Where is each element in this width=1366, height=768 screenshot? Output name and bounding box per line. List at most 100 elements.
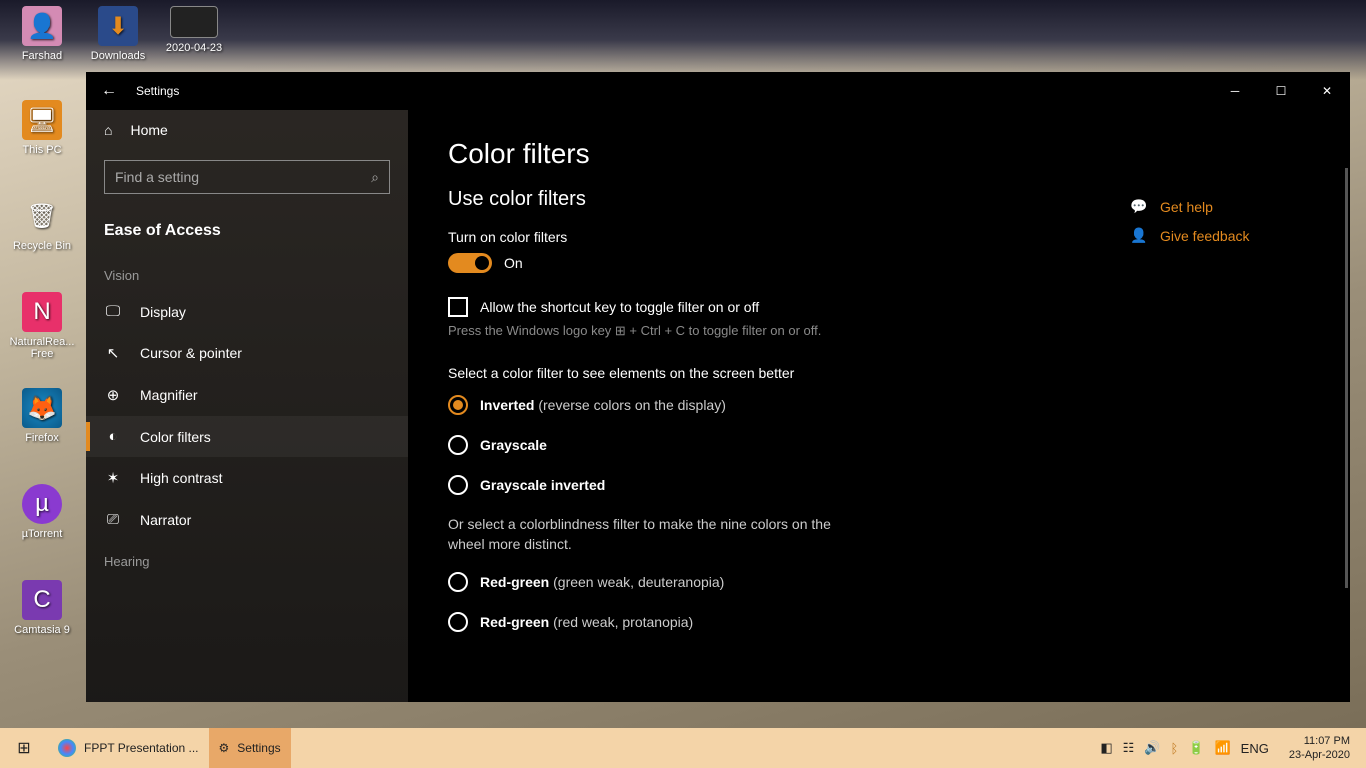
tray-bluetooth-icon[interactable]: ᛒ bbox=[1170, 741, 1178, 756]
home-label: Home bbox=[130, 122, 167, 138]
search-input[interactable]: Find a setting ⌕ bbox=[104, 160, 390, 194]
label: Camtasia 9 bbox=[14, 624, 70, 636]
taskbar-item-settings[interactable]: ⚙Settings bbox=[209, 728, 291, 768]
sidebar-item-high-contrast[interactable]: ✶ High contrast bbox=[86, 457, 408, 499]
toggle-label: Turn on color filters bbox=[448, 229, 1088, 245]
label: 2020-04-23 bbox=[166, 42, 222, 54]
radio-bold: Red-green bbox=[480, 614, 549, 630]
side-column: 💬 Get help 👤Give feedback bbox=[1130, 198, 1330, 256]
tray-language[interactable]: ENG bbox=[1241, 741, 1269, 756]
tray-battery-icon[interactable]: 🔋 bbox=[1188, 740, 1204, 756]
close-button[interactable]: ✕ bbox=[1304, 72, 1350, 110]
sidebar-group-vision: Vision bbox=[86, 254, 408, 291]
start-button[interactable]: ⊞ bbox=[0, 728, 48, 768]
label: Recycle Bin bbox=[13, 240, 71, 252]
label: Cursor & pointer bbox=[140, 345, 242, 361]
radio-inverted[interactable]: Inverted (reverse colors on the display) bbox=[448, 395, 1088, 415]
label: µTorrent bbox=[22, 528, 63, 540]
sidebar-group-hearing: Hearing bbox=[86, 540, 408, 577]
label: Get help bbox=[1160, 199, 1213, 215]
taskbar-clock[interactable]: 11:07 PM 23-Apr-2020 bbox=[1279, 734, 1360, 763]
system-tray: ◧ ☷ 🔊 ᛒ 🔋 📶 ENG 11:07 PM 23-Apr-2020 bbox=[1100, 734, 1366, 763]
label: Narrator bbox=[140, 512, 191, 528]
shortcut-hint: Press the Windows logo key ⊞ + Ctrl + C … bbox=[448, 323, 1088, 339]
desktop-icon-firefox[interactable]: 🦊Firefox bbox=[4, 388, 80, 444]
radio-icon bbox=[448, 572, 468, 592]
label: FPPT Presentation ... bbox=[84, 741, 199, 755]
toggle-state: On bbox=[504, 255, 523, 271]
colorblind-description: Or select a colorblindness filter to mak… bbox=[448, 515, 868, 554]
sidebar-item-display[interactable]: 🖵 Display bbox=[86, 291, 408, 332]
radio-grayscale[interactable]: Grayscale bbox=[448, 435, 1088, 455]
select-label: Select a color filter to see elements on… bbox=[448, 365, 1088, 381]
tray-input-icon[interactable]: ☷ bbox=[1123, 740, 1135, 756]
desktop-icon-downloads[interactable]: ⬇Downloads bbox=[80, 6, 156, 62]
shortcut-checkbox[interactable] bbox=[448, 297, 468, 317]
settings-window: ← Settings ─ ☐ ✕ ⌂ Home Find a setting ⌕… bbox=[86, 72, 1350, 702]
shortcut-checkbox-row[interactable]: Allow the shortcut key to toggle filter … bbox=[448, 297, 1088, 317]
chrome-icon bbox=[58, 739, 76, 757]
get-help-link[interactable]: 💬 Get help bbox=[1130, 198, 1330, 215]
desktop-icon-video[interactable]: 2020-04-23 bbox=[156, 6, 232, 54]
minimize-button[interactable]: ─ bbox=[1212, 72, 1258, 110]
radio-bold: Red-green bbox=[480, 574, 549, 590]
sidebar-item-narrator[interactable]: ⎚ Narrator bbox=[86, 499, 408, 540]
home-icon: ⌂ bbox=[104, 122, 112, 138]
desktop-icon-camtasia[interactable]: CCamtasia 9 bbox=[4, 580, 80, 636]
label: This PC bbox=[22, 144, 61, 156]
main-panel: Color filters Use color filters Turn on … bbox=[408, 110, 1350, 702]
radio-grayscale-inverted[interactable]: Grayscale inverted bbox=[448, 475, 1088, 495]
radio-deuteranopia[interactable]: Red-green (green weak, deuteranopia) bbox=[448, 572, 1088, 592]
taskbar: ⊞ FPPT Presentation ... ⚙Settings ◧ ☷ 🔊 … bbox=[0, 728, 1366, 768]
section-heading: Use color filters bbox=[448, 188, 1088, 211]
shortcut-label: Allow the shortcut key to toggle filter … bbox=[480, 299, 759, 315]
highcontrast-icon: ✶ bbox=[104, 469, 122, 487]
help-icon: 💬 bbox=[1130, 198, 1148, 215]
colorfilters-icon: ◐ bbox=[104, 428, 122, 445]
label: Downloads bbox=[91, 50, 145, 62]
radio-protanopia[interactable]: Red-green (red weak, protanopia) bbox=[448, 612, 1088, 632]
sidebar-item-cursor[interactable]: ↖ Cursor & pointer bbox=[86, 332, 408, 374]
radio-sub: (reverse colors on the display) bbox=[534, 397, 725, 413]
sidebar-item-color-filters[interactable]: ◐ Color filters bbox=[86, 416, 408, 457]
radio-bold: Grayscale inverted bbox=[480, 477, 605, 493]
label: Farshad bbox=[22, 50, 62, 62]
label: Display bbox=[140, 304, 186, 320]
radio-bold: Inverted bbox=[480, 397, 534, 413]
radio-icon bbox=[448, 475, 468, 495]
radio-sub: (green weak, deuteranopia) bbox=[549, 574, 724, 590]
desktop-icon-utorrent[interactable]: µµTorrent bbox=[4, 484, 80, 540]
give-feedback-link[interactable]: 👤Give feedback bbox=[1130, 227, 1330, 244]
search-placeholder: Find a setting bbox=[115, 169, 371, 185]
taskbar-item-fppt[interactable]: FPPT Presentation ... bbox=[48, 728, 209, 768]
label: High contrast bbox=[140, 470, 222, 486]
maximize-button[interactable]: ☐ bbox=[1258, 72, 1304, 110]
narrator-icon: ⎚ bbox=[104, 511, 122, 528]
desktop-icon-naturalreader[interactable]: NNaturalRea... Free bbox=[4, 292, 80, 360]
label: Magnifier bbox=[140, 387, 198, 403]
display-icon: 🖵 bbox=[104, 303, 122, 320]
label: Firefox bbox=[25, 432, 59, 444]
desktop-icon-recycle-bin[interactable]: 🗑Recycle Bin bbox=[4, 196, 80, 252]
feedback-icon: 👤 bbox=[1130, 227, 1148, 244]
desktop-icon-this-pc[interactable]: 🖥This PC bbox=[4, 100, 80, 156]
tray-app-icon[interactable]: ◧ bbox=[1100, 740, 1112, 756]
cursor-icon: ↖ bbox=[104, 344, 122, 362]
back-button[interactable]: ← bbox=[86, 82, 132, 100]
tray-wifi-icon[interactable]: 📶 bbox=[1214, 740, 1230, 756]
magnifier-icon: ⊕ bbox=[104, 386, 122, 404]
titlebar: ← Settings ─ ☐ ✕ bbox=[86, 72, 1350, 110]
radio-icon bbox=[448, 612, 468, 632]
sidebar-home[interactable]: ⌂ Home bbox=[86, 110, 408, 150]
color-filters-toggle[interactable] bbox=[448, 253, 492, 273]
search-icon: ⌕ bbox=[371, 169, 379, 186]
label: Color filters bbox=[140, 429, 211, 445]
radio-sub: (red weak, protanopia) bbox=[549, 614, 693, 630]
gear-icon: ⚙ bbox=[219, 741, 230, 755]
scrollbar[interactable] bbox=[1345, 168, 1348, 588]
label: NaturalRea... Free bbox=[10, 336, 75, 360]
desktop-icon-user[interactable]: 👤Farshad bbox=[4, 6, 80, 62]
tray-volume-icon[interactable]: 🔊 bbox=[1144, 740, 1160, 756]
sidebar: ⌂ Home Find a setting ⌕ Ease of Access V… bbox=[86, 110, 408, 702]
sidebar-item-magnifier[interactable]: ⊕ Magnifier bbox=[86, 374, 408, 416]
